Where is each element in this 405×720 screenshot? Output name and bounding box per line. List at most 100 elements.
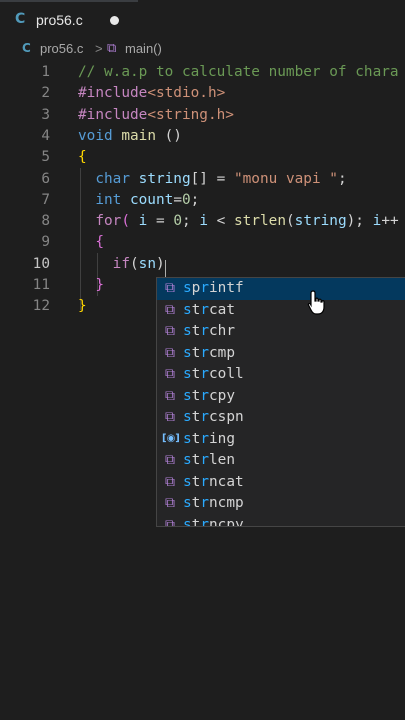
suggestion-item[interactable]: ⧉ strcpy — [157, 386, 405, 408]
code-text: #include<string.h> — [78, 105, 234, 126]
function-cube-icon: ⧉ — [107, 40, 117, 55]
line-number: 3 — [41, 106, 50, 123]
code-token: [] = — [190, 170, 234, 187]
code-token: 0 — [181, 191, 191, 208]
code-token: 0 — [173, 213, 182, 230]
method-cube-icon: ⧉ — [165, 301, 175, 318]
code-token: "monu vapi " — [233, 170, 338, 187]
code-token: <stdio.h> — [147, 85, 226, 102]
code-token: i — [199, 213, 208, 230]
code-token: ) — [155, 255, 165, 272]
suggestion-label: string — [183, 430, 236, 447]
method-cube-icon: ⧉ — [165, 409, 175, 425]
line-number: 8 — [41, 213, 50, 230]
suggestion-item[interactable]: ⧉ strlen — [157, 450, 405, 472]
code-text: #include<stdio.h> — [78, 83, 225, 104]
breadcrumb-file[interactable]: pro56.c — [40, 41, 83, 56]
code-line[interactable]: 9 { — [0, 232, 405, 253]
code-text: { — [78, 147, 87, 168]
c-file-icon: C — [15, 11, 26, 27]
tab-pro56-c[interactable]: C pro56.c — [0, 0, 138, 38]
code-token: int — [95, 191, 130, 208]
breadcrumb-symbol[interactable]: main() — [125, 41, 162, 56]
suggestion-item[interactable]: ⧉ strcoll — [157, 364, 405, 386]
breadcrumb-separator: > — [95, 41, 103, 56]
code-text: int count=0; — [78, 190, 199, 211]
line-number: 5 — [41, 149, 50, 166]
suggestion-label: strcpy — [183, 387, 236, 404]
code-line[interactable]: 1 // w.a.p to calculate number of chara — [0, 62, 405, 83]
method-cube-icon: ⧉ — [165, 473, 175, 490]
code-token: ; — [190, 191, 200, 208]
code-line[interactable]: 4 void main () — [0, 126, 405, 147]
suggestion-label: sprintf — [183, 280, 244, 296]
tab-title: pro56.c — [36, 12, 83, 28]
code-line[interactable]: 6 char string[] = "monu vapi "; — [0, 169, 405, 190]
suggestion-label: strcmp — [183, 344, 236, 361]
code-token: ( — [129, 255, 139, 272]
code-token: ; — [337, 170, 347, 187]
suggestion-item[interactable]: [◉] string — [157, 429, 405, 451]
code-token: { — [78, 149, 87, 166]
suggestion-item[interactable]: ⧉ strncmp — [157, 493, 405, 515]
suggestion-label: strcat — [183, 301, 236, 318]
code-line[interactable]: 5{ — [0, 147, 405, 168]
code-token: = — [173, 191, 182, 208]
line-number: 10 — [32, 255, 50, 272]
code-token: } — [95, 277, 104, 293]
code-token: string — [294, 213, 347, 230]
line-number: 4 — [41, 127, 50, 144]
line-number: 6 — [41, 170, 50, 187]
line-number: 7 — [41, 191, 50, 208]
code-token: ); — [346, 213, 373, 230]
code-token: ++ — [381, 213, 399, 230]
code-token: strlen — [234, 213, 286, 230]
code-text: for( i = 0; i < strlen(string); i++ — [78, 211, 399, 232]
code-line[interactable]: 3 #include<string.h> — [0, 105, 405, 126]
suggestion-label: strncmp — [183, 495, 244, 511]
method-cube-icon: ⧉ — [165, 323, 175, 339]
suggestion-label: strlen — [183, 452, 236, 468]
code-token: if — [112, 255, 130, 272]
line-number: 11 — [32, 277, 50, 293]
unsaved-dot-icon[interactable] — [110, 16, 119, 25]
code-line[interactable]: 2 #include<stdio.h> — [0, 83, 405, 104]
code-token: main — [121, 127, 156, 144]
method-cube-icon: ⧉ — [165, 344, 175, 361]
breadcrumb: C pro56.c > ⧉ main() — [0, 38, 405, 60]
code-text: } — [78, 296, 87, 317]
mouse-pointer-hand-icon — [307, 290, 325, 315]
suggestion-label: strcoll — [183, 366, 244, 382]
code-token: sn — [138, 255, 156, 272]
code-token: ( — [121, 213, 139, 230]
suggestion-item[interactable]: ⧉ strcat — [157, 300, 405, 322]
code-line[interactable]: 8 for( i = 0; i < strlen(string); i++ — [0, 211, 405, 232]
code-line[interactable]: 10 if(sn) — [0, 254, 405, 275]
line-number: 12 — [32, 298, 50, 315]
code-text: { — [78, 232, 104, 253]
autocomplete-suggestions[interactable]: ⧉ sprintf ⧉ strcat ⧉ strchr ⧉ strcmp ⧉ strcoll ⧉ st… — [156, 277, 405, 527]
code-token: () — [155, 127, 182, 144]
method-cube-icon: ⧉ — [165, 387, 175, 404]
code-token: = — [147, 213, 174, 230]
suggestion-label: strncat — [183, 473, 244, 490]
suggestion-item[interactable]: ⧉ strchr — [157, 321, 405, 343]
method-cube-icon: ⧉ — [165, 516, 175, 527]
suggestion-item[interactable]: ⧉ sprintf — [157, 278, 405, 300]
suggestion-item[interactable]: ⧉ strcspn — [157, 407, 405, 429]
suggestion-item[interactable]: ⧉ strcmp — [157, 343, 405, 365]
code-line[interactable]: 7 int count=0; — [0, 190, 405, 211]
suggestion-item[interactable]: ⧉ strncat — [157, 472, 405, 494]
code-text: void main () — [78, 126, 182, 147]
code-token: #include — [78, 106, 148, 123]
code-text: } — [78, 275, 104, 296]
code-token: } — [78, 298, 87, 315]
code-token: void — [78, 127, 122, 144]
code-token: string — [138, 170, 191, 187]
code-token: #include — [78, 85, 148, 102]
suggestion-item[interactable]: ⧉ strncpy — [157, 515, 405, 527]
